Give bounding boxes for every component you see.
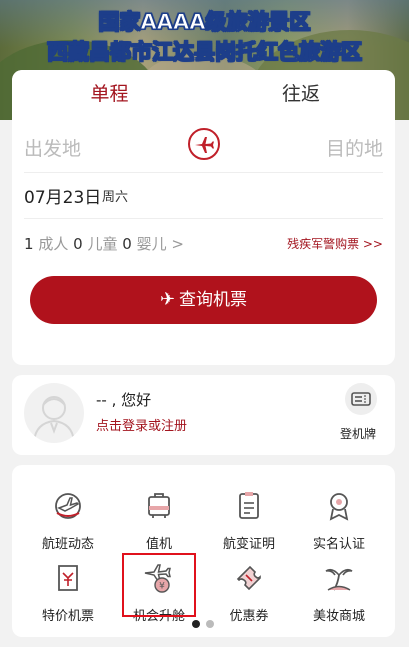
airplane-icon: ✈ <box>159 289 176 310</box>
flight-booking-card: 往返 单程 出发地 目的地 07月23日 周六 1 成人 0 儿童 0 婴儿 >… <box>12 70 395 365</box>
banner-title-line1: 国家AAAA级旅游景区 <box>98 10 311 35</box>
page-dot-active <box>192 620 200 628</box>
avatar[interactable] <box>24 383 84 443</box>
adult-count: 1 <box>24 235 34 253</box>
beauty-mall-icon <box>325 568 353 591</box>
departure-weekday: 周六 <box>102 190 129 205</box>
infant-label: 婴儿 <box>136 235 167 253</box>
checkin-icon <box>148 493 170 518</box>
special-ticket-icon <box>58 565 78 591</box>
chevron-right-icon: > <box>171 235 184 253</box>
service-real-name[interactable]: 实名认证 <box>304 489 374 552</box>
passenger-selector[interactable]: 1 成人 0 儿童 0 婴儿 > <box>24 233 184 254</box>
service-label: 特价机票 <box>41 609 94 624</box>
search-flights-button[interactable]: ✈ 查询机票 <box>30 276 377 324</box>
service-flight-change-certificate[interactable]: 航变证明 <box>214 489 284 552</box>
service-special-ticket[interactable]: 特价机票 <box>33 561 103 624</box>
services-grid: 航班动态 值机 航变证明 实名认证 特价机票 ¥ 机会升舱 优惠券 美妆商城 <box>12 465 395 637</box>
real-name-icon <box>329 493 349 521</box>
tab-round-trip[interactable]: 往返 <box>193 70 395 118</box>
flight-status-icon <box>55 493 81 519</box>
login-register-link[interactable]: 点击登录或注册 <box>96 415 187 434</box>
service-label: 优惠券 <box>229 609 269 624</box>
service-checkin[interactable]: 值机 <box>124 489 194 552</box>
service-label: 实名认证 <box>312 537 365 552</box>
plane-swap-icon <box>195 137 214 153</box>
child-label: 儿童 <box>87 235 118 253</box>
service-coupon[interactable]: 优惠券 <box>214 561 284 624</box>
service-beauty-mall[interactable]: 美妆商城 <box>304 561 374 624</box>
boarding-pass-label: 登机牌 <box>339 427 376 441</box>
tab-one-way[interactable]: 单程 <box>12 70 207 118</box>
disabled-military-ticket-link[interactable]: 残疾军警购票 >> <box>287 235 383 252</box>
service-flight-status[interactable]: 航班动态 <box>33 489 103 552</box>
service-label: 值机 <box>145 537 172 552</box>
user-card: -- , 您好 点击登录或注册 登机牌 <box>12 375 395 455</box>
service-label: 航班动态 <box>41 537 94 552</box>
greeting-text: -- , 您好 <box>96 391 152 409</box>
page-indicator <box>192 613 220 632</box>
child-count: 0 <box>73 235 83 253</box>
adult-label: 成人 <box>38 235 69 253</box>
departure-date: 07月23日 <box>24 188 102 208</box>
coupon-icon <box>236 565 261 591</box>
boarding-pass-icon <box>351 392 371 406</box>
swap-cities-button[interactable] <box>188 128 220 160</box>
upgrade-highlight-box <box>122 553 196 617</box>
banner-title-line2: 西藏昌都市江达县岗托红色旅游区 <box>47 40 363 65</box>
flight-change-certificate-icon <box>239 492 259 519</box>
boarding-pass-button[interactable]: 登机牌 <box>340 383 381 442</box>
trip-type-tabs: 往返 单程 <box>12 70 395 118</box>
departure-city-field[interactable]: 出发地 <box>24 134 81 161</box>
route-selector: 出发地 目的地 <box>24 118 383 173</box>
arrival-city-field[interactable]: 目的地 <box>326 134 383 161</box>
default-avatar-icon <box>33 396 75 442</box>
date-selector[interactable]: 07月23日 周六 <box>24 173 383 219</box>
service-label: 航变证明 <box>222 537 275 552</box>
search-button-label: 查询机票 <box>179 290 248 310</box>
service-label: 美妆商城 <box>312 609 365 624</box>
passenger-row: 1 成人 0 儿童 0 婴儿 > 残疾军警购票 >> <box>24 219 383 269</box>
page-dot <box>206 620 214 628</box>
infant-count: 0 <box>122 235 132 253</box>
